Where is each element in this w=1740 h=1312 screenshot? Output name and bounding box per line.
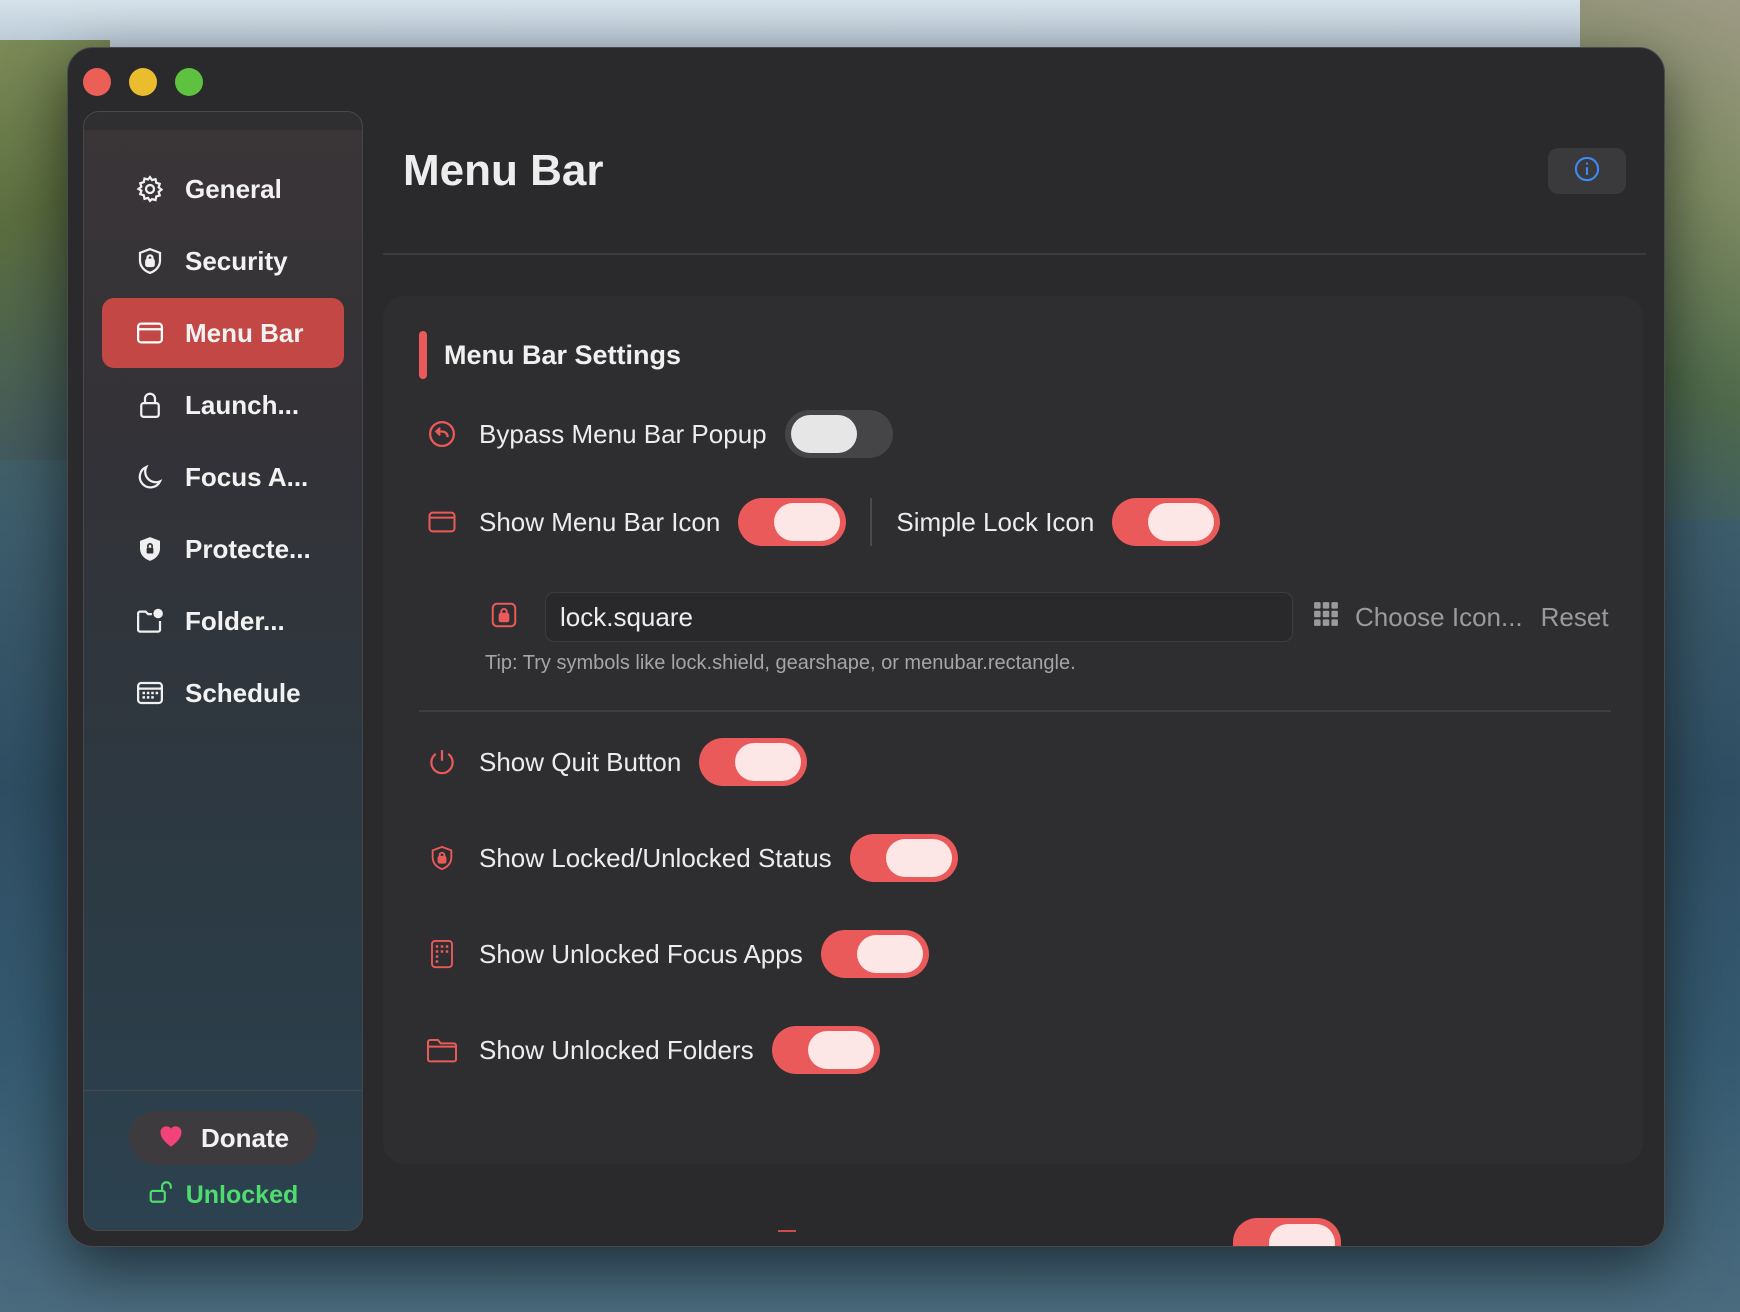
sidebar-item-focus[interactable]: Focus A... bbox=[102, 442, 344, 512]
info-button[interactable] bbox=[1548, 148, 1626, 194]
sidebar-item-label: Security bbox=[185, 245, 288, 276]
moon-icon bbox=[135, 462, 165, 492]
sidebar-top-strip bbox=[84, 112, 362, 130]
focus-apps-row: Show Unlocked Focus Apps bbox=[425, 930, 929, 978]
shield-lock-icon bbox=[425, 841, 459, 875]
folder-icon bbox=[425, 1033, 459, 1067]
show-focus-apps-toggle[interactable] bbox=[820, 930, 929, 978]
close-window-button[interactable] bbox=[83, 68, 111, 96]
sidebar-item-label: Menu Bar bbox=[185, 317, 304, 348]
main-panel: Menu Bar Menu Bar Settings Bypass Menu B… bbox=[383, 48, 1664, 1246]
sidebar-item-security[interactable]: Security bbox=[102, 226, 344, 296]
heart-icon bbox=[157, 1122, 185, 1155]
settings-window: General Security Menu Bar Launch... Focu… bbox=[67, 47, 1665, 1247]
sidebar-item-label: Protecte... bbox=[185, 533, 311, 564]
sidebar-item-launch[interactable]: Launch... bbox=[102, 370, 344, 440]
toggle-knob bbox=[807, 1031, 874, 1069]
svg-text:?: ? bbox=[156, 610, 160, 618]
sidebar-item-folder[interactable]: ? Folder... bbox=[102, 586, 344, 656]
icon-symbol-input[interactable]: lock.square bbox=[545, 592, 1293, 642]
sidebar-item-label: Folder... bbox=[185, 605, 285, 636]
zoom-window-button[interactable] bbox=[175, 68, 203, 96]
sidebar-footer: Donate Unlocked bbox=[84, 1090, 362, 1230]
toggle-knob bbox=[885, 839, 952, 877]
next-section-toggle-peek[interactable] bbox=[1233, 1218, 1341, 1246]
sidebar-nav: General Security Menu Bar Launch... Focu… bbox=[84, 130, 362, 728]
folder-badge-icon: ? bbox=[135, 606, 165, 636]
donate-label: Donate bbox=[200, 1122, 290, 1153]
sidebar-item-label: General bbox=[185, 173, 282, 204]
sidebar-item-label: Launch... bbox=[185, 389, 300, 420]
shield-badge-icon bbox=[135, 534, 165, 564]
donate-button[interactable]: Donate bbox=[129, 1111, 317, 1165]
show-folders-toggle[interactable] bbox=[771, 1026, 880, 1074]
section-header: Menu Bar Settings bbox=[419, 331, 681, 379]
header-divider bbox=[383, 253, 1646, 255]
toggle-knob bbox=[735, 743, 802, 781]
gear-icon bbox=[135, 174, 165, 204]
section-accent-bar bbox=[419, 331, 427, 379]
arrow-return-circle-icon bbox=[425, 417, 459, 451]
show-locked-status-label: Show Locked/Unlocked Status bbox=[479, 842, 832, 873]
quit-button-row: Show Quit Button bbox=[425, 738, 808, 786]
toggle-knob bbox=[774, 503, 841, 541]
sidebar: General Security Menu Bar Launch... Focu… bbox=[83, 111, 363, 1231]
show-quit-button-toggle[interactable] bbox=[699, 738, 808, 786]
toggle-knob bbox=[1148, 503, 1215, 541]
next-section-icon-peek bbox=[778, 1230, 796, 1232]
locked-status-row: Show Locked/Unlocked Status bbox=[425, 834, 958, 882]
unlock-status-label: Unlocked bbox=[185, 1181, 299, 1209]
calendar-icon bbox=[135, 678, 165, 708]
settings-card: Menu Bar Settings Bypass Menu Bar Popup … bbox=[383, 296, 1643, 1164]
app-grid-icon bbox=[425, 937, 459, 971]
window-controls bbox=[83, 68, 203, 96]
sidebar-item-label: Schedule bbox=[185, 677, 301, 708]
unlock-status: Unlocked bbox=[148, 1179, 299, 1212]
bypass-popup-row: Bypass Menu Bar Popup bbox=[425, 410, 893, 458]
sidebar-item-menu-bar[interactable]: Menu Bar bbox=[102, 298, 344, 368]
desktop-sky bbox=[0, 0, 1740, 46]
toggle-knob bbox=[1269, 1224, 1335, 1246]
lock-icon bbox=[135, 390, 165, 420]
choose-icon-label: Choose Icon... bbox=[1355, 601, 1523, 632]
power-icon bbox=[425, 745, 459, 779]
menu-bar-icon-row: Show Menu Bar Icon Simple Lock Icon bbox=[425, 498, 1221, 546]
bypass-popup-toggle[interactable] bbox=[784, 410, 893, 458]
toggle-knob bbox=[856, 935, 923, 973]
sidebar-item-protected[interactable]: Protecte... bbox=[102, 514, 344, 584]
sidebar-item-schedule[interactable]: Schedule bbox=[102, 658, 344, 728]
section-title: Menu Bar Settings bbox=[444, 339, 682, 370]
card-divider bbox=[419, 710, 1611, 712]
show-quit-button-label: Show Quit Button bbox=[479, 746, 682, 777]
folders-row: Show Unlocked Folders bbox=[425, 1026, 880, 1074]
show-menu-bar-icon-label: Show Menu Bar Icon bbox=[479, 506, 721, 537]
unlocked-padlock-icon bbox=[148, 1179, 174, 1212]
reset-button[interactable]: Reset bbox=[1541, 602, 1609, 633]
page-title: Menu Bar bbox=[403, 146, 604, 195]
shield-lock-icon bbox=[135, 246, 165, 276]
minimize-window-button[interactable] bbox=[129, 68, 157, 96]
toggle-knob bbox=[790, 415, 857, 453]
show-menu-bar-icon-toggle[interactable] bbox=[738, 498, 847, 546]
row-separator bbox=[870, 498, 873, 546]
sidebar-item-general[interactable]: General bbox=[102, 154, 344, 224]
show-focus-apps-label: Show Unlocked Focus Apps bbox=[479, 938, 803, 969]
sidebar-item-label: Focus A... bbox=[185, 461, 309, 492]
icon-symbol-row: lock.square Choose Icon... Reset bbox=[489, 592, 1609, 642]
grid-icon bbox=[1313, 601, 1339, 634]
menubar-rectangle-icon bbox=[425, 505, 459, 539]
menubar-rectangle-icon bbox=[135, 318, 165, 348]
simple-lock-icon-label: Simple Lock Icon bbox=[896, 506, 1095, 537]
choose-icon-button[interactable]: Choose Icon... bbox=[1313, 601, 1523, 634]
info-icon bbox=[1573, 155, 1601, 188]
simple-lock-icon-toggle[interactable] bbox=[1112, 498, 1221, 546]
show-folders-label: Show Unlocked Folders bbox=[479, 1034, 754, 1065]
icon-tip: Tip: Try symbols like lock.shield, gears… bbox=[485, 652, 1076, 674]
lock-square-icon bbox=[489, 600, 519, 635]
show-locked-status-toggle[interactable] bbox=[849, 834, 958, 882]
bypass-popup-label: Bypass Menu Bar Popup bbox=[479, 418, 767, 449]
